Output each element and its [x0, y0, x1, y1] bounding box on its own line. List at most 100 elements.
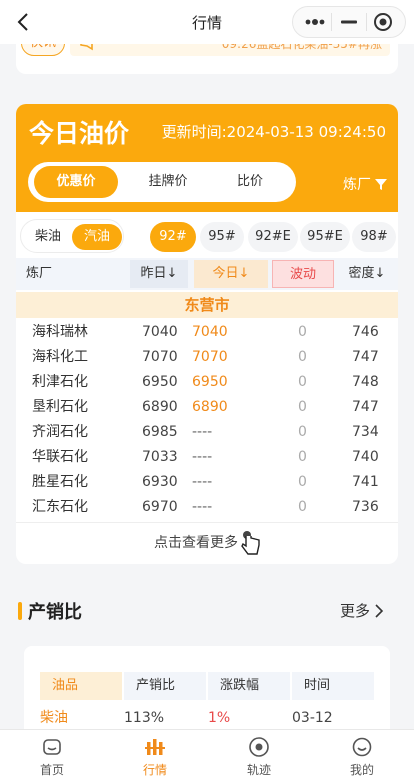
- city-group-label: 东营市: [16, 292, 398, 318]
- capsule-divider: [365, 13, 367, 31]
- today-price: ----: [192, 499, 213, 515]
- table-row[interactable]: 海科化工 7070 7070 0 747: [16, 345, 398, 370]
- tab-list-price[interactable]: 挂牌价: [126, 166, 210, 198]
- refinery-name: 海科化工: [32, 349, 88, 365]
- tabbar-mine-label: 我的: [349, 763, 374, 777]
- divider: [16, 522, 398, 523]
- table-row[interactable]: 华联石化 7033 ---- 0 740: [16, 445, 398, 470]
- app-page: 行情 快讯 09:26盖起石化柴油-35#再涨 今日油价 更新时间:2024-0…: [0, 0, 414, 780]
- refinery-filter-label: 炼厂: [343, 177, 371, 193]
- grade-95e[interactable]: 95#E: [300, 222, 350, 252]
- refinery-filter-button[interactable]: 炼厂: [343, 174, 388, 194]
- grade-95[interactable]: 95#: [200, 222, 244, 252]
- tab-discount-price[interactable]: 优惠价: [34, 166, 118, 198]
- news-tag: 快讯: [21, 44, 66, 56]
- capsule-divider: [331, 13, 333, 31]
- density-value: 746: [352, 324, 379, 340]
- density-value: 734: [352, 424, 379, 440]
- megaphone-icon: [80, 44, 93, 51]
- density-value: 747: [352, 399, 379, 415]
- tabbar-track[interactable]: 轨迹: [219, 736, 299, 778]
- ratio-section-title: 产销比: [28, 602, 82, 623]
- today-price: ----: [192, 424, 213, 440]
- bottom-tab-bar: 首页 行情 轨迹 我的: [0, 729, 414, 780]
- refinery-name: 海科瑞林: [32, 324, 88, 340]
- more-menu-button[interactable]: [300, 9, 330, 35]
- fuel-type-gasoline[interactable]: 汽油: [72, 224, 122, 250]
- fuel-selector-row: 柴油 汽油 92# 95# 92#E 95#E 98#: [16, 212, 398, 258]
- today-price: 7040: [192, 324, 228, 340]
- ratio-more-label: 更多: [339, 602, 370, 620]
- tabbar-home-label: 首页: [39, 763, 64, 777]
- market-candles-icon: [145, 739, 165, 755]
- table-row[interactable]: 海科瑞林 7040 7040 0 746: [16, 320, 398, 345]
- chevron-left-icon: [17, 13, 28, 31]
- today-price: 6950: [192, 374, 228, 390]
- ratio-change: 1%: [208, 710, 231, 726]
- table-row[interactable]: 汇东石化 6970 ---- 0 736: [16, 495, 398, 520]
- density-value: 736: [352, 499, 379, 515]
- view-more-label: 点击查看更多: [154, 535, 238, 551]
- navigation-bar: 行情: [0, 0, 414, 44]
- update-time: 更新时间:2024-03-13 09:24:50: [161, 123, 386, 141]
- page-title: 行情: [191, 13, 222, 32]
- mini-program-capsule: [292, 6, 406, 38]
- price-change: 0: [298, 424, 307, 440]
- hand-pointer-icon: [241, 531, 260, 555]
- profile-smile-icon: [352, 737, 372, 757]
- close-program-button[interactable]: [368, 9, 398, 35]
- table-row[interactable]: 利津石化 6950 6950 0 748: [16, 370, 398, 395]
- price-table-header: 炼厂 昨日↓ 今日↓ 波动 密度↓: [16, 258, 398, 290]
- price-change: 0: [298, 374, 307, 390]
- back-button[interactable]: [12, 10, 34, 34]
- ratio-time: 03-12: [292, 710, 333, 726]
- minimize-button[interactable]: [334, 9, 364, 35]
- table-row[interactable]: 垦利石化 6890 6890 0 747: [16, 395, 398, 420]
- ratio-col-time: 时间: [292, 672, 374, 700]
- yesterday-price: 7040: [142, 324, 178, 340]
- refinery-name: 胜星石化: [32, 474, 88, 490]
- ratio-col-product: 油品: [40, 672, 122, 700]
- col-density-sort[interactable]: 密度↓: [338, 260, 396, 288]
- news-ticker-text[interactable]: 09:26盖起石化柴油-35#再涨: [222, 44, 382, 56]
- tabbar-mine[interactable]: 我的: [322, 736, 402, 778]
- fuel-type-toggle: 柴油 汽油: [20, 219, 124, 253]
- home-icon: [43, 739, 61, 755]
- tab-compare-price[interactable]: 比价: [208, 166, 292, 198]
- ratio-section-heading: 产销比: [18, 598, 82, 624]
- grade-92e[interactable]: 92#E: [248, 222, 298, 252]
- tabbar-market[interactable]: 行情: [115, 736, 195, 778]
- more-dots-icon: [305, 19, 325, 25]
- price-change: 0: [298, 474, 307, 490]
- ratio-product[interactable]: 柴油: [40, 708, 68, 728]
- fuel-type-diesel[interactable]: 柴油: [25, 224, 71, 250]
- col-yesterday-sort[interactable]: 昨日↓: [130, 260, 188, 288]
- ratio-value: 113%: [124, 710, 165, 726]
- today-price: ----: [192, 449, 213, 465]
- grade-92[interactable]: 92#: [150, 222, 196, 252]
- news-ticker-card: 快讯 09:26盖起石化柴油-35#再涨: [16, 44, 398, 74]
- table-row[interactable]: 胜星石化 6930 ---- 0 741: [16, 470, 398, 495]
- density-value: 747: [352, 349, 379, 365]
- col-today-sort[interactable]: 今日↓: [194, 260, 268, 288]
- price-change: 0: [298, 449, 307, 465]
- grade-98[interactable]: 98#: [352, 222, 396, 252]
- price-change: 0: [298, 499, 307, 515]
- price-card-title: 今日油价: [29, 119, 130, 148]
- today-price: 6890: [192, 399, 228, 415]
- price-change: 0: [298, 399, 307, 415]
- refinery-name: 利津石化: [32, 374, 88, 390]
- today-price: ----: [192, 474, 213, 490]
- tabbar-home[interactable]: 首页: [12, 736, 92, 778]
- tabbar-track-label: 轨迹: [246, 763, 271, 777]
- price-card-header: 今日油价 更新时间:2024-03-13 09:24:50 优惠价 挂牌价 比价…: [16, 104, 398, 212]
- ratio-more-link[interactable]: 更多: [340, 600, 384, 621]
- col-change: 波动: [272, 260, 334, 288]
- table-row[interactable]: 齐润石化 6985 ---- 0 734: [16, 420, 398, 445]
- yesterday-price: 7070: [142, 349, 178, 365]
- view-more-button[interactable]: 点击查看更多: [16, 528, 398, 558]
- ratio-col-change: 涨跌幅: [208, 672, 290, 700]
- yesterday-price: 7033: [142, 449, 178, 465]
- minus-icon: [340, 20, 357, 24]
- track-icon: [249, 737, 269, 757]
